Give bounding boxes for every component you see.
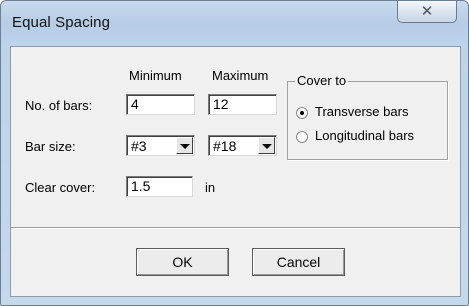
dropdown-button[interactable] (176, 137, 193, 154)
window-title: Equal Spacing (12, 14, 111, 31)
dropdown-button[interactable] (258, 137, 275, 154)
longitudinal-bars-radio[interactable] (296, 131, 308, 143)
clear-cover-input[interactable]: 1.5 (126, 176, 193, 197)
ok-button[interactable]: OK (136, 248, 229, 276)
maximum-header: Maximum (212, 68, 269, 83)
close-button[interactable]: ✕ (397, 1, 457, 23)
cancel-button[interactable]: Cancel (252, 248, 345, 276)
num-bars-max-input[interactable]: 12 (208, 94, 277, 115)
clear-cover-label: Clear cover: (25, 180, 96, 195)
transverse-bars-label[interactable]: Transverse bars (315, 104, 408, 119)
clear-cover-unit: in (205, 180, 216, 195)
cover-to-group: Cover to Transverse bars Longitudinal ba… (287, 73, 448, 160)
cover-to-legend: Cover to (295, 73, 349, 88)
divider (11, 227, 460, 229)
longitudinal-bars-label[interactable]: Longitudinal bars (315, 128, 414, 143)
chevron-down-icon (262, 144, 272, 149)
num-bars-label: No. of bars: (25, 98, 93, 113)
radio-selected-dot (300, 111, 304, 115)
minimum-header: Minimum (129, 68, 182, 83)
bar-size-max-value: #18 (213, 138, 237, 154)
bar-size-label: Bar size: (25, 139, 76, 154)
dialog-client-area: Minimum Maximum No. of bars: 4 12 Bar si… (10, 46, 461, 297)
dialog-window: Equal Spacing ✕ Minimum Maximum No. of b… (0, 0, 469, 306)
bar-size-max-select[interactable]: #18 (208, 135, 277, 156)
bar-size-min-select[interactable]: #3 (126, 135, 195, 156)
chevron-down-icon (180, 144, 190, 149)
num-bars-min-input[interactable]: 4 (126, 94, 195, 115)
transverse-bars-radio[interactable] (296, 107, 308, 119)
bar-size-min-value: #3 (131, 138, 147, 154)
close-icon: ✕ (420, 3, 434, 20)
